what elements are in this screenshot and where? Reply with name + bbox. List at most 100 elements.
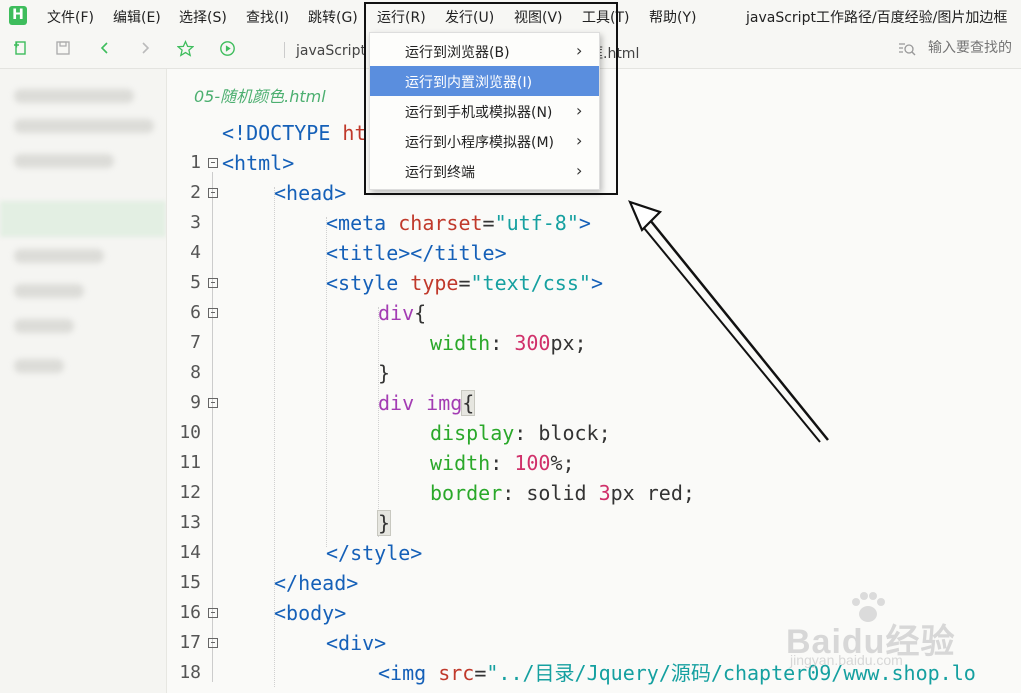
watermark-subtext: jingyan.baidu.com	[790, 652, 903, 668]
app-logo-icon: H	[9, 6, 27, 25]
code-line-5: 5 <title></title>	[167, 238, 1021, 293]
code-token: <div>	[326, 631, 387, 655]
menu-goto[interactable]: 跳转(G)	[308, 7, 358, 27]
menu-select[interactable]: 选择(S)	[179, 7, 227, 27]
code-token: </head>	[274, 571, 359, 595]
run-icon[interactable]	[218, 40, 236, 58]
star-icon[interactable]	[175, 40, 195, 58]
code-token: border	[430, 481, 503, 505]
code-text: div img{	[378, 388, 476, 418]
code-text: <div>	[326, 628, 386, 658]
code-token: charset	[398, 211, 483, 235]
code-text: <title></title>	[326, 238, 507, 268]
tab-divider	[284, 42, 285, 58]
fold-toggle-icon[interactable]	[208, 638, 218, 648]
code-token: =	[474, 661, 487, 685]
code-text: border: solid 3px red;	[430, 478, 695, 508]
code-text: div{	[378, 298, 426, 328]
sidebar-item[interactable]	[14, 319, 74, 333]
code-token: div	[378, 301, 415, 325]
code-token: =	[482, 211, 495, 235]
code-text: }	[376, 508, 392, 538]
code-line-11: 11 display: block;	[167, 418, 1021, 473]
code-token: 300	[514, 331, 551, 355]
code-text: <html>	[222, 148, 294, 178]
sidebar-item[interactable]	[14, 154, 114, 168]
tab-label-left: javaScript	[296, 43, 366, 59]
code-token: div img	[378, 391, 463, 415]
code-token: }	[378, 361, 391, 385]
code-line-10: 10 div img{	[167, 388, 1021, 443]
menu-find[interactable]: 查找(I)	[246, 7, 289, 27]
fold-toggle-icon[interactable]	[208, 278, 218, 288]
code-token: "text/css"	[470, 271, 591, 295]
sidebar-selected-row	[0, 201, 166, 237]
code-text: </style>	[326, 538, 422, 568]
code-text: <head>	[274, 178, 346, 208]
code-token: px;	[550, 331, 587, 355]
annotation-arrow-icon	[628, 200, 829, 443]
code-token: "utf-8"	[494, 211, 579, 235]
code-token: px red;	[610, 481, 695, 505]
project-sidebar[interactable]	[0, 69, 167, 693]
sidebar-item[interactable]	[14, 119, 154, 133]
code-token: <!DOCTYPE	[222, 121, 343, 145]
code-token: 100	[514, 451, 551, 475]
sidebar-item[interactable]	[14, 284, 84, 298]
sidebar-item[interactable]	[14, 89, 134, 103]
file-name-label: 05-随机颜色.html	[194, 87, 326, 106]
fold-toggle-icon[interactable]	[208, 308, 218, 318]
fold-toggle-icon[interactable]	[208, 398, 218, 408]
code-token: </style>	[326, 541, 423, 565]
code-text: width: 300px;	[430, 328, 587, 358]
code-text: </head>	[274, 568, 358, 598]
code-token: {	[461, 390, 476, 416]
code-text: }	[378, 358, 390, 388]
save-icon[interactable]	[54, 40, 72, 58]
code-token: <title></title>	[326, 241, 507, 265]
search-icon	[898, 40, 916, 58]
code-token: <html>	[222, 151, 295, 175]
code-token: : solid	[502, 481, 599, 505]
code-token: type	[410, 271, 459, 295]
code-token: 3	[598, 481, 611, 505]
code-token: :	[490, 331, 515, 355]
code-token: <body>	[274, 601, 347, 625]
code-line-9: 9 }	[167, 358, 1021, 413]
line-number: 19	[167, 688, 201, 693]
menu-edit[interactable]: 编辑(E)	[113, 7, 161, 27]
code-text: display: block;	[430, 418, 611, 448]
code-line-12: 12 width: 100%;	[167, 448, 1021, 503]
menu-file[interactable]: 文件(F)	[47, 7, 94, 27]
code-token: <img	[378, 661, 439, 685]
code-line-13: 13 border: solid 3px red;	[167, 478, 1021, 533]
code-token: =	[458, 271, 471, 295]
code-line-8: 8 width: 300px;	[167, 328, 1021, 383]
code-token: >	[578, 211, 591, 235]
code-token: <style	[326, 271, 411, 295]
code-token: :	[490, 451, 515, 475]
window-title: javaScript工作路径/百度经验/图片加边框	[746, 10, 1008, 26]
code-line-6: 6 <style type="text/css">	[167, 268, 1021, 323]
code-token: <head>	[274, 181, 347, 205]
new-file-icon[interactable]	[12, 40, 30, 58]
code-token: %;	[550, 451, 575, 475]
code-line-7: 7 div{	[167, 298, 1021, 353]
code-token: }	[376, 510, 392, 536]
fold-toggle-icon[interactable]	[208, 188, 218, 198]
back-icon[interactable]	[96, 40, 114, 58]
search-input[interactable]	[928, 40, 1021, 56]
sidebar-item[interactable]	[14, 249, 104, 263]
sidebar-item[interactable]	[14, 359, 64, 373]
baidu-watermark: Baidu经验 jingyan.baidu.com	[786, 590, 986, 690]
code-token: width	[430, 331, 491, 355]
forward-icon[interactable]	[136, 40, 154, 58]
code-text: <!DOCTYPE ht	[222, 118, 367, 148]
fold-toggle-icon[interactable]	[208, 608, 218, 618]
code-line-14: 14 }	[167, 508, 1021, 563]
code-line-15: 15 </style>	[167, 538, 1021, 593]
code-token: >	[590, 271, 603, 295]
menu-help[interactable]: 帮助(Y)	[649, 7, 696, 27]
fold-toggle-icon[interactable]	[208, 158, 218, 168]
code-text: <style type="text/css">	[326, 268, 603, 298]
